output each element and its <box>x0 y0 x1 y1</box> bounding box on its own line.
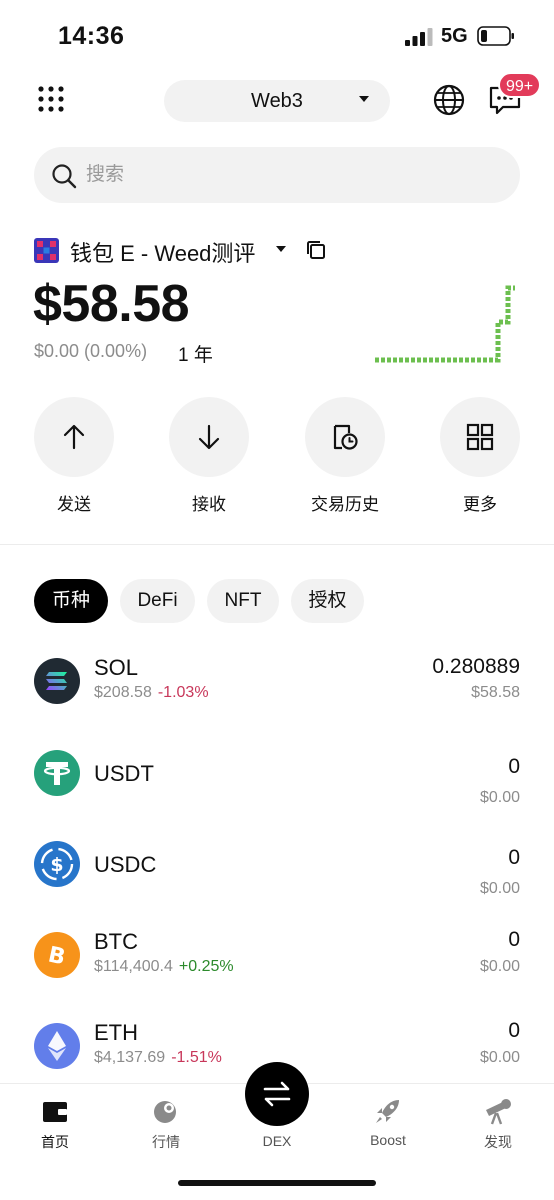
telescope-icon <box>486 1099 511 1125</box>
tab-defi[interactable]: DeFi <box>120 579 195 623</box>
search-icon <box>52 164 77 189</box>
token-amount: 0 <box>508 846 520 869</box>
mode-switcher[interactable]: Web3 <box>164 80 390 122</box>
apps-grid-icon[interactable] <box>37 85 65 113</box>
token-price-line: $208.58 -1.03% <box>94 684 209 702</box>
receive-circle[interactable] <box>169 397 249 477</box>
battery-icon <box>477 26 514 46</box>
token-symbol: SOL <box>94 655 139 680</box>
token-amount: 0.280889 <box>432 655 520 678</box>
token-fiat-value: $0.00 <box>479 789 520 806</box>
send-label: 发送 <box>57 495 91 514</box>
balance-sparkline <box>375 285 515 363</box>
token-row-sol[interactable]: SOL $208.58 -1.03% 0.280889 $58.58 <box>0 650 554 730</box>
token-symbol: USDT <box>94 761 154 786</box>
nav-boost-label: Boost <box>370 1132 406 1148</box>
token-fiat-value: $58.58 <box>471 684 520 701</box>
wallet-avatar[interactable] <box>34 238 59 263</box>
token-amount: 0 <box>508 1019 520 1042</box>
nav-discover-label: 发现 <box>484 1134 512 1150</box>
caret-down-icon[interactable] <box>276 245 286 253</box>
token-symbol: ETH <box>94 1020 138 1045</box>
more-button[interactable]: 更多 <box>440 397 520 515</box>
total-balance: $58.58 <box>33 275 190 333</box>
token-change: -1.51% <box>171 1049 222 1066</box>
home-indicator[interactable] <box>178 1180 376 1186</box>
tab-nft[interactable]: NFT <box>207 579 279 623</box>
token-price: $208.58 <box>94 684 152 701</box>
swap-icon <box>263 1081 291 1107</box>
token-fiat-value: $0.00 <box>479 958 520 975</box>
wallet-icon <box>43 1102 67 1122</box>
token-amount: 0 <box>508 755 520 778</box>
bitcoin-logo-icon: B <box>34 932 80 978</box>
token-price-line: $114,400.4 +0.25% <box>94 958 234 976</box>
wallet-name[interactable]: 钱包 E - Weed测评 <box>70 236 255 268</box>
nav-boost[interactable]: Boost <box>348 1096 428 1148</box>
nav-home[interactable]: 首页 <box>15 1096 95 1152</box>
dex-button[interactable] <box>245 1062 309 1126</box>
more-label: 更多 <box>463 495 497 514</box>
token-fiat-value: $0.00 <box>479 1049 520 1066</box>
token-fiat-value: $0.00 <box>479 880 520 897</box>
pnl-value: $0.00 (0.00%) <box>34 341 148 361</box>
section-divider <box>0 544 554 545</box>
token-row-btc[interactable]: B BTC $114,400.4 +0.25% 0 $0.00 <box>0 924 554 1004</box>
history-button[interactable]: 交易历史 <box>305 397 385 515</box>
nav-dex-label: DEX <box>262 1133 292 1149</box>
token-row-usdc[interactable]: $ USDC 0 $0.00 <box>0 839 554 919</box>
nav-market-label: 行情 <box>152 1134 180 1150</box>
nav-home-label: 首页 <box>41 1134 69 1150</box>
signal-icon <box>405 28 433 46</box>
mode-switcher-label: Web3 <box>251 90 303 112</box>
nav-market[interactable]: 行情 <box>126 1096 206 1152</box>
token-amount: 0 <box>508 928 520 951</box>
token-price: $114,400.4 <box>94 958 173 975</box>
tether-logo-icon <box>34 750 80 796</box>
status-time: 14:36 <box>58 22 125 50</box>
more-circle[interactable] <box>440 397 520 477</box>
history-label: 交易历史 <box>311 495 379 514</box>
token-price-line: $4,137.69 -1.51% <box>94 1049 222 1067</box>
arrow-up-icon <box>63 424 85 450</box>
receive-button[interactable]: 接收 <box>169 397 249 515</box>
token-change: -1.03% <box>157 684 209 701</box>
token-symbol: BTC <box>94 929 138 954</box>
status-bar: 14:36 5G <box>0 0 554 70</box>
globe-icon[interactable] <box>432 83 466 117</box>
search-bar[interactable] <box>34 147 520 203</box>
period-selector[interactable]: 1 年 <box>178 340 213 367</box>
usdc-logo-icon: $ <box>34 841 80 887</box>
token-row-usdt[interactable]: USDT 0 $0.00 <box>0 748 554 828</box>
ethereum-logo-icon <box>34 1023 80 1069</box>
token-price: $4,137.69 <box>94 1049 166 1066</box>
send-circle[interactable] <box>34 397 114 477</box>
receive-label: 接收 <box>192 495 226 514</box>
tab-approvals[interactable]: 授权 <box>291 579 364 623</box>
history-icon <box>333 424 358 450</box>
tab-tokens[interactable]: 币种 <box>34 579 108 623</box>
history-circle[interactable] <box>305 397 385 477</box>
token-change: +0.25% <box>178 958 234 975</box>
arrow-down-icon <box>198 424 220 450</box>
solana-logo-icon <box>34 658 80 704</box>
caret-down-icon <box>359 96 369 102</box>
rocket-icon <box>376 1100 399 1123</box>
market-icon <box>154 1101 176 1123</box>
token-symbol: USDC <box>94 852 157 877</box>
notification-badge: 99+ <box>498 72 542 98</box>
copy-icon[interactable] <box>306 240 326 260</box>
network-type: 5G <box>441 25 468 47</box>
search-input[interactable] <box>86 162 486 188</box>
nav-discover[interactable]: 发现 <box>458 1096 538 1152</box>
svg-text:$: $ <box>50 854 63 876</box>
send-button[interactable]: 发送 <box>34 397 114 515</box>
grid-icon <box>466 423 494 451</box>
